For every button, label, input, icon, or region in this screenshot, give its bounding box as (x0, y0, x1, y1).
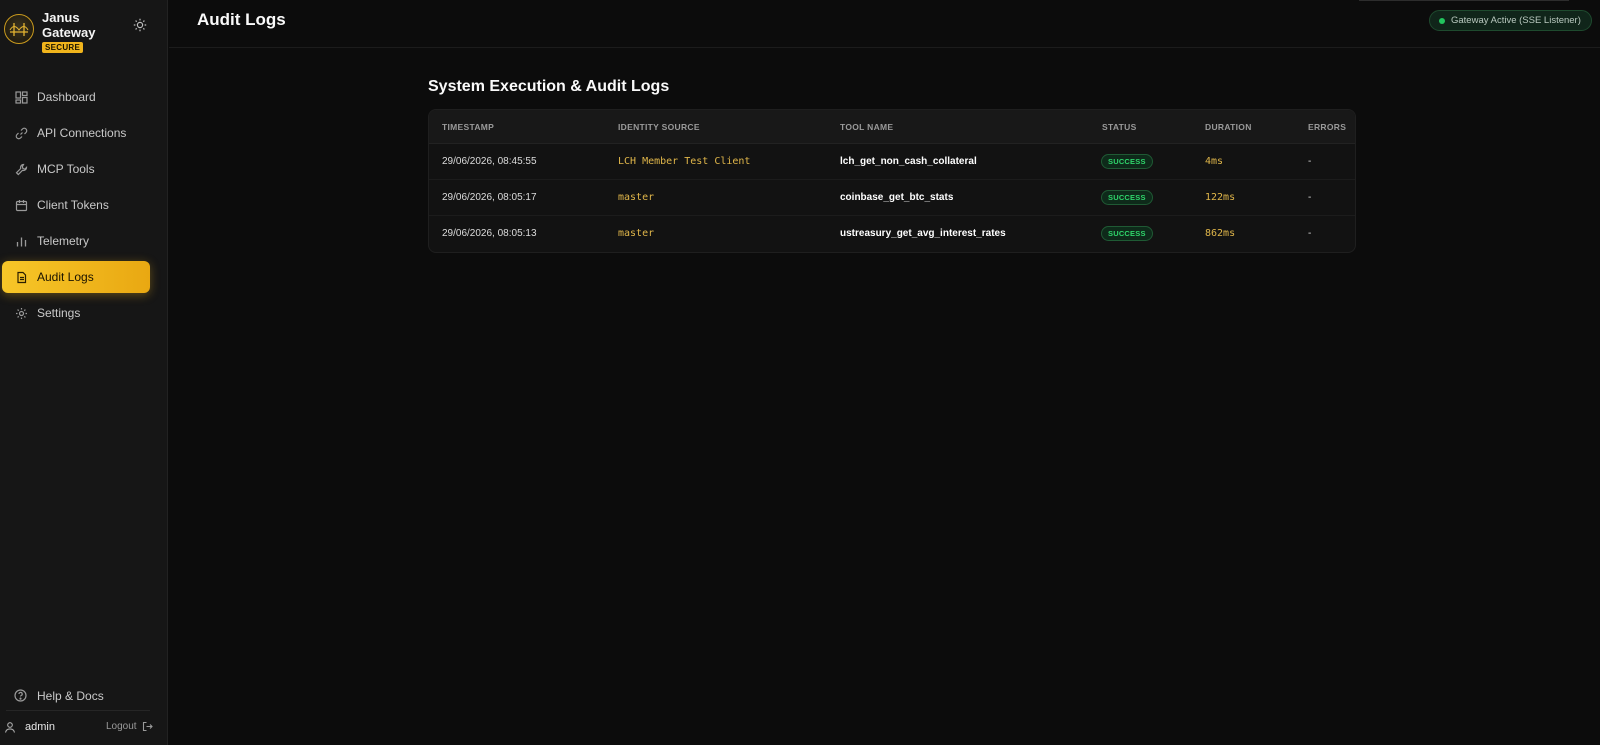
cell-identity-source: master (618, 228, 655, 239)
user-bar: admin Logout (0, 718, 160, 738)
sidebar-item-client-tokens[interactable]: Client Tokens (2, 189, 150, 221)
gateway-status-badge: Gateway Active (SSE Listener) (1429, 10, 1592, 31)
calendar-icon (14, 198, 28, 212)
help-docs-link[interactable]: Help & Docs (2, 684, 150, 708)
document-icon (14, 270, 28, 284)
column-header-timestamp[interactable]: TIMESTAMP (442, 122, 494, 132)
gear-icon (14, 306, 28, 320)
sidebar-item-label: Client Tokens (37, 198, 109, 212)
sidebar-item-label: MCP Tools (37, 162, 95, 176)
sidebar-item-telemetry[interactable]: Telemetry (2, 225, 150, 257)
brand-name: Janus Gateway (42, 10, 96, 40)
cell-duration: 4ms (1205, 156, 1224, 167)
section-title: System Execution & Audit Logs (428, 78, 670, 95)
column-header-tool-name[interactable]: TOOL NAME (840, 122, 893, 132)
help-circle-icon (14, 689, 28, 703)
sidebar-item-api-connections[interactable]: API Connections (2, 117, 150, 149)
cell-tool-name: lch_get_non_cash_collateral (840, 156, 977, 167)
sidebar-item-mcp-tools[interactable]: MCP Tools (2, 153, 150, 185)
status-badge: SUCCESS (1101, 154, 1153, 169)
cell-errors: - (1308, 156, 1312, 167)
page-title: Audit Logs (197, 10, 286, 29)
link-icon (14, 126, 28, 140)
sidebar-item-label: Audit Logs (37, 270, 94, 284)
table-header: TIMESTAMP IDENTITY SOURCE TOOL NAME STAT… (429, 110, 1355, 144)
cell-timestamp: 29/06/2026, 08:45:55 (442, 156, 537, 167)
column-header-errors[interactable]: ERRORS (1308, 122, 1346, 132)
help-label: Help & Docs (37, 689, 104, 703)
sidebar-item-label: Dashboard (37, 90, 96, 104)
gateway-status-text: Gateway Active (SSE Listener) (1451, 15, 1581, 26)
sidebar-item-audit-logs[interactable]: Audit Logs (2, 261, 150, 293)
secure-badge: SECURE (42, 42, 84, 53)
user-icon (4, 721, 16, 736)
header-edge-line (1359, 0, 1569, 1)
cell-timestamp: 29/06/2026, 08:05:17 (442, 192, 537, 203)
top-header: Audit Logs Gateway Active (SSE Listener) (169, 0, 1600, 48)
sidebar: Janus Gateway SECURE Dashboard API Conne… (0, 0, 168, 745)
theme-toggle-sun-icon[interactable] (128, 13, 152, 37)
sidebar-item-settings[interactable]: Settings (2, 297, 150, 329)
dashboard-icon (14, 90, 28, 104)
username: admin (25, 721, 55, 733)
status-badge: SUCCESS (1101, 226, 1153, 241)
cell-timestamp: 29/06/2026, 08:05:13 (442, 228, 537, 239)
cell-tool-name: coinbase_get_btc_stats (840, 192, 954, 203)
cell-duration: 862ms (1205, 228, 1236, 239)
cell-errors: - (1308, 228, 1312, 239)
logout-button[interactable]: Logout (106, 721, 153, 732)
cell-errors: - (1308, 192, 1312, 203)
logout-icon (142, 721, 153, 732)
column-header-status[interactable]: STATUS (1102, 122, 1137, 132)
column-header-duration[interactable]: DURATION (1205, 122, 1252, 132)
sidebar-item-label: Settings (37, 306, 81, 320)
sidebar-item-label: Telemetry (37, 234, 90, 248)
table-row[interactable]: 29/06/2026, 08:45:55 LCH Member Test Cli… (429, 144, 1355, 180)
sidebar-item-label: API Connections (37, 126, 127, 140)
bridge-logo-icon (4, 14, 34, 44)
cell-tool-name: ustreasury_get_avg_interest_rates (840, 228, 1006, 239)
status-dot-icon (1439, 17, 1445, 24)
column-header-identity-source[interactable]: IDENTITY SOURCE (618, 122, 700, 132)
sidebar-nav: Dashboard API Connections MCP Tools Clie… (0, 81, 168, 333)
status-badge: SUCCESS (1101, 190, 1153, 205)
sidebar-item-dashboard[interactable]: Dashboard (2, 81, 150, 113)
sidebar-divider (6, 710, 150, 711)
cell-duration: 122ms (1205, 192, 1236, 203)
wrench-icon (14, 162, 28, 176)
audit-logs-table: TIMESTAMP IDENTITY SOURCE TOOL NAME STAT… (428, 109, 1356, 253)
table-row[interactable]: 29/06/2026, 08:05:13 master ustreasury_g… (429, 216, 1355, 252)
cell-identity-source: LCH Member Test Client (618, 156, 751, 167)
logout-label: Logout (106, 721, 137, 732)
cell-identity-source: master (618, 192, 655, 203)
bar-chart-icon (14, 234, 28, 248)
table-row[interactable]: 29/06/2026, 08:05:17 master coinbase_get… (429, 180, 1355, 216)
